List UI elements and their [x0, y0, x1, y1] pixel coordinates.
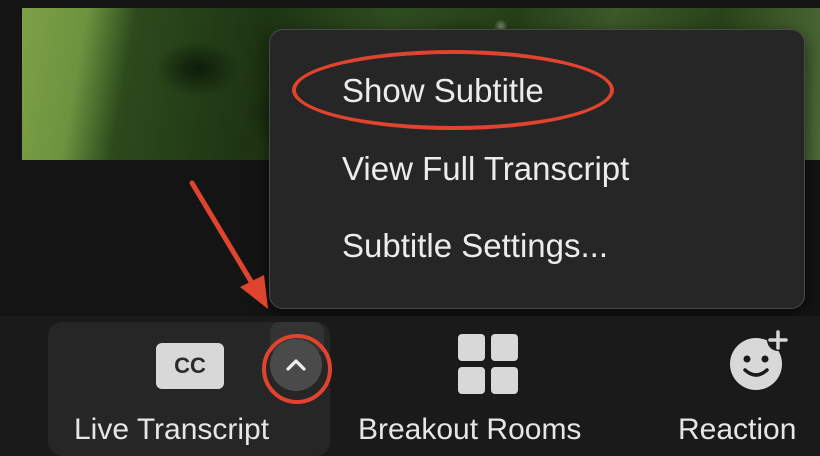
grid-icon[interactable]: [458, 334, 518, 394]
reactions-button-label[interactable]: Reaction: [678, 412, 796, 448]
live-transcript-button-label[interactable]: Live Transcript: [74, 412, 269, 448]
menu-item-view-full-transcript[interactable]: View Full Transcript: [342, 149, 629, 189]
meeting-toolbar: CC Live Transcript Breakout Rooms Reacti…: [0, 316, 820, 456]
annotation-ellipse: [292, 50, 614, 130]
closed-captions-icon[interactable]: CC: [156, 343, 224, 389]
smiley-plus-icon[interactable]: [728, 328, 792, 392]
breakout-rooms-button-label[interactable]: Breakout Rooms: [358, 412, 581, 448]
cc-icon-text: CC: [174, 353, 206, 378]
menu-item-subtitle-settings[interactable]: Subtitle Settings...: [342, 226, 608, 266]
annotation-circle: [262, 334, 332, 404]
annotation-arrow-icon: [189, 180, 268, 309]
